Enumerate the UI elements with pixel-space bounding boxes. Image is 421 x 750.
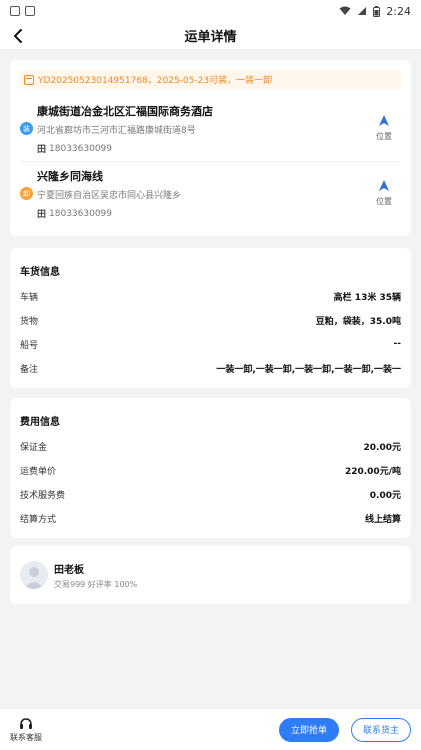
route-load-location-button[interactable]: 位置 [367,113,401,142]
fee-row-key: 技术服务费 [20,490,66,501]
owner-info: 田老板 交易999 好评率 100% [54,561,137,590]
fee-info-card: 费用信息 保证金 20.00元 运费单价 220.00元/吨 技术服务费 0.0… [10,398,411,538]
route-load-phone-number: 18033630099 [49,143,113,154]
signal-icon [358,7,367,15]
cargo-row-value: -- [393,339,401,349]
customer-service-button[interactable]: 联系客服 [10,717,42,743]
fee-row-value: 20.00元 [363,442,401,453]
owner-name: 田老板 [54,564,84,576]
cargo-row-value: 一装一卸,一装一卸,一装一卸,一装一卸,一装一 [216,364,401,375]
route-unload-title: 兴隆乡同海线 [37,170,103,183]
fee-row-service-fee: 技术服务费 0.00元 [20,482,401,506]
load-badge: 装 [20,122,33,135]
route-unload-location-label: 位置 [376,197,392,206]
order-header-text: YD20250523014951768，2025-05-23可装，一装一卸 [38,76,273,86]
phone-icon: 田 [37,210,47,220]
cargo-row-remark: 备注 一装一卸,一装一卸,一装一卸,一装一卸,一装一 [20,356,401,380]
grab-order-button[interactable]: 立即抢单 [279,717,339,742]
route-load-title: 康城街道冶金北区汇福国际商务酒店 [37,105,213,118]
cargo-row-value: 豆粕，袋装，35.0吨 [315,316,401,327]
bottom-action-bar: 联系客服 立即抢单 联系货主 [0,708,421,750]
navigation-arrow-icon [377,178,391,192]
cargo-row-key: 备注 [20,364,39,375]
calendar-icon [24,74,34,85]
fee-row-value: 线上结算 [364,514,401,525]
route-load-phone[interactable]: 田 18033630099 [37,142,367,156]
cargo-row-goods: 货物 豆粕，袋装，35.0吨 [20,308,401,332]
route-unload-phone-number: 18033630099 [49,208,113,219]
phone-icon: 田 [37,145,47,155]
fee-row-value: 0.00元 [369,490,401,501]
route-unload-address: 宁夏回族自治区吴忠市同心县兴隆乡 [37,191,182,201]
fee-row-value: 220.00元/吨 [344,466,401,477]
wifi-icon [339,6,351,15]
cargo-row-value: 高栏 13米 35辆 [333,292,401,303]
fee-row-key: 保证金 [20,442,48,453]
fee-info-title: 费用信息 [20,416,60,428]
route-unload-phone[interactable]: 田 18033630099 [37,207,367,221]
route-load: 装 康城街道冶金北区汇福国际商务酒店 河北省廊坊市三河市汇福路康城街道8号 田 … [20,97,401,161]
cargo-info-card: 车货信息 车辆 高栏 13米 35辆 货物 豆粕，袋装，35.0吨 船号 -- … [10,248,411,388]
user-avatar-icon [24,567,44,589]
status-right: 2:24 [339,5,411,18]
cargo-info-title: 车货信息 [20,266,60,278]
owner-card[interactable]: 田老板 交易999 好评率 100% [10,546,411,604]
page-title: 运单详情 [184,30,237,45]
status-left [10,6,35,16]
navigation-arrow-icon [377,113,391,127]
cargo-row-key: 货物 [20,316,39,327]
route-unload-body: 兴隆乡同海线 宁夏回族自治区吴忠市同心县兴隆乡 田 18033630099 [37,168,367,220]
headset-icon [20,717,32,729]
fee-row-key: 结算方式 [20,514,57,525]
route-load-location-label: 位置 [376,132,392,141]
customer-service-label: 联系客服 [10,732,42,742]
route-unload: 卸 兴隆乡同海线 宁夏回族自治区吴忠市同心县兴隆乡 田 18033630099 … [20,161,401,226]
bottom-actions: 立即抢单 联系货主 [279,717,411,742]
route-load-address: 河北省廊坊市三河市汇福路康城街道8号 [37,126,196,136]
fee-row-deposit: 保证金 20.00元 [20,434,401,458]
route-load-body: 康城街道冶金北区汇福国际商务酒店 河北省廊坊市三河市汇福路康城街道8号 田 18… [37,103,367,155]
back-button[interactable] [8,26,28,46]
fee-row-key: 运费单价 [20,466,57,477]
app-notification-icon [25,6,35,16]
status-bar: 2:24 [0,0,421,22]
cargo-row-vehicle: 车辆 高栏 13米 35辆 [20,284,401,308]
status-time: 2:24 [386,4,411,18]
cargo-row-key: 船号 [20,340,39,351]
back-arrow-icon [14,29,22,43]
order-card: YD20250523014951768，2025-05-23可装，一装一卸 装 … [10,60,411,236]
unload-badge: 卸 [20,187,33,200]
route-unload-location-button[interactable]: 位置 [367,178,401,207]
cargo-row-ship: 船号 -- [20,332,401,356]
cargo-row-key: 车辆 [20,292,39,303]
order-header: YD20250523014951768，2025-05-23可装，一装一卸 [20,70,401,89]
fee-row-unit-price: 运费单价 220.00元/吨 [20,458,401,482]
owner-stats: 交易999 好评率 100% [54,579,138,589]
battery-icon [373,5,381,17]
contact-owner-button[interactable]: 联系货主 [351,717,411,742]
gallery-notification-icon [10,6,20,16]
fee-row-settlement: 结算方式 线上结算 [20,506,401,530]
nav-bar: 运单详情 [0,22,421,50]
avatar [20,561,48,589]
